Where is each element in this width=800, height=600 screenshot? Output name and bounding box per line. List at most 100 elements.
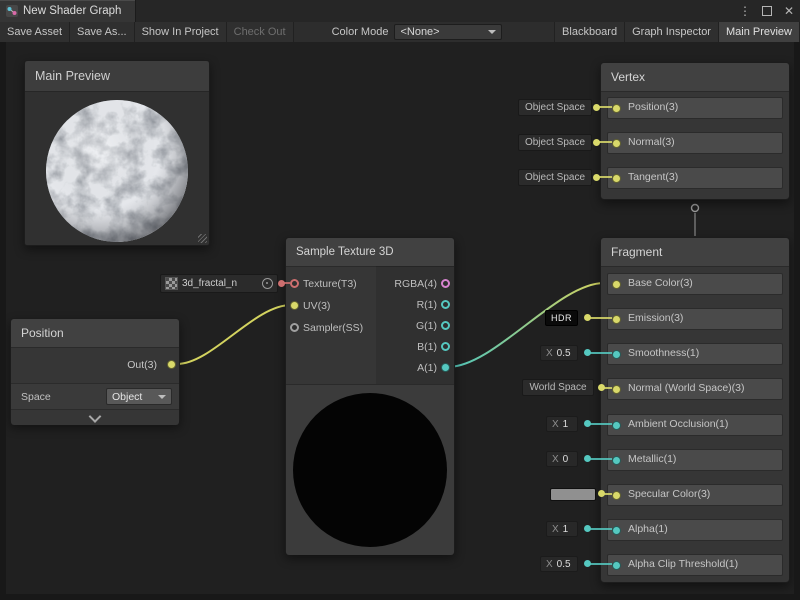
default-connection-dot <box>593 139 600 146</box>
graph-inspector-toggle-button[interactable]: Graph Inspector <box>625 22 719 42</box>
ambient-occlusion-row[interactable]: Ambient Occlusion(1) <box>607 414 783 436</box>
metallic-row[interactable]: Metallic(1) <box>607 449 783 471</box>
emission-row[interactable]: Emission(3) <box>607 308 783 330</box>
object-picker-icon[interactable] <box>262 278 273 289</box>
port-label: UV(3) <box>303 297 330 315</box>
a-output-port[interactable] <box>441 363 450 372</box>
base-color-row[interactable]: Base Color(3) <box>607 273 783 295</box>
texture-input-port[interactable] <box>290 279 299 288</box>
graph-frame-bottom <box>0 594 800 600</box>
node-collapse-footer[interactable] <box>11 409 179 425</box>
metallic-input-port[interactable] <box>612 456 621 465</box>
main-preview-toggle-button[interactable]: Main Preview <box>719 22 800 42</box>
g-output-port[interactable] <box>441 321 450 330</box>
toolbar-spacer <box>294 22 326 42</box>
show-in-project-button[interactable]: Show In Project <box>135 22 227 42</box>
vertex-node-title[interactable]: Vertex <box>601 63 789 92</box>
metallic-field[interactable]: X 0 <box>546 451 578 467</box>
r-output-port[interactable] <box>441 300 450 309</box>
port-label: Texture(T3) <box>303 275 357 293</box>
vertex-position-row[interactable]: Position(3) <box>607 97 783 119</box>
default-connection-dot <box>593 104 600 111</box>
position-space-pill[interactable]: Object Space <box>518 99 592 116</box>
alpha-input-port[interactable] <box>612 526 621 535</box>
default-stub <box>590 317 612 319</box>
space-dropdown-value: Object <box>112 391 142 403</box>
graph-canvas[interactable]: Main Preview <box>0 42 800 600</box>
color-mode-dropdown[interactable]: <None> <box>394 24 502 40</box>
space-dropdown[interactable]: Object <box>106 388 172 405</box>
alpha-clip-field[interactable]: X 0.5 <box>540 556 578 572</box>
emission-input-port[interactable] <box>612 315 621 324</box>
alpha-row[interactable]: Alpha(1) <box>607 519 783 541</box>
blackboard-toggle-button[interactable]: Blackboard <box>554 22 625 42</box>
main-preview-title[interactable]: Main Preview <box>25 61 209 92</box>
specular-color-row[interactable]: Specular Color(3) <box>607 484 783 506</box>
rgba-output-port[interactable] <box>441 279 450 288</box>
normal-ws-row[interactable]: Normal (World Space)(3) <box>607 378 783 400</box>
vertex-tangent-row[interactable]: Tangent(3) <box>607 167 783 189</box>
position-space-row: Space Object <box>11 383 179 410</box>
smoothness-input-port[interactable] <box>612 350 621 359</box>
resize-grip-icon[interactable] <box>198 234 207 243</box>
specular-color-input-port[interactable] <box>612 491 621 500</box>
close-icon[interactable]: ✕ <box>782 3 796 19</box>
edge-position-to-uv[interactable] <box>177 305 291 364</box>
connector-handle-icon[interactable] <box>692 205 699 212</box>
smoothness-field[interactable]: X 0.5 <box>540 345 578 361</box>
fragment-node[interactable]: Fragment Base Color(3) Emission(3) Smoot… <box>600 237 790 583</box>
port-label: B(1) <box>417 338 437 356</box>
vertex-normal-row[interactable]: Normal(3) <box>607 132 783 154</box>
b-output-port[interactable] <box>441 342 450 351</box>
color-mode-label: Color Mode <box>326 22 395 42</box>
position-node[interactable]: Position Out(3) Space Object <box>10 318 180 424</box>
chevron-down-icon <box>158 395 166 399</box>
port-label: A(1) <box>417 359 437 377</box>
specular-color-swatch[interactable] <box>550 488 596 501</box>
normal-ws-input-port[interactable] <box>612 385 621 394</box>
normal-space-pill[interactable]: Object Space <box>518 134 592 151</box>
main-preview-panel[interactable]: Main Preview <box>24 60 210 246</box>
fragment-node-title[interactable]: Fragment <box>601 238 789 267</box>
smoothness-row[interactable]: Smoothness(1) <box>607 343 783 365</box>
ambient-occlusion-field[interactable]: X 1 <box>546 416 578 432</box>
default-stub <box>590 563 612 565</box>
default-connection-dot <box>598 384 605 391</box>
uv-input-port[interactable] <box>290 301 299 310</box>
maximize-icon[interactable] <box>760 3 774 19</box>
shader-graph-icon <box>6 5 18 17</box>
alpha-clip-input-port[interactable] <box>612 561 621 570</box>
texture-name: 3d_fractal_n <box>182 278 237 289</box>
normal-ws-space-pill[interactable]: World Space <box>522 379 594 396</box>
edge-alpha-to-basecolor[interactable] <box>448 283 604 367</box>
document-tab[interactable]: New Shader Graph <box>0 0 136 22</box>
window-menu-icon[interactable]: ⋮ <box>738 3 752 19</box>
port-label: Specular Color(3) <box>628 488 710 500</box>
titlebar: New Shader Graph ⋮ ✕ <box>0 0 800 23</box>
texture-object-field[interactable]: 3d_fractal_n <box>160 274 278 293</box>
port-label: Sampler(SS) <box>303 319 363 337</box>
alpha-value: 1 <box>563 524 569 535</box>
position-node-title[interactable]: Position <box>11 319 179 348</box>
save-asset-button[interactable]: Save Asset <box>0 22 70 42</box>
vertex-node[interactable]: Vertex Position(3) Normal(3) Tangent(3) <box>600 62 790 200</box>
graph-frame-right <box>794 42 800 600</box>
emission-hdr-field[interactable]: HDR <box>545 310 578 326</box>
check-out-button[interactable]: Check Out <box>227 22 294 42</box>
ambient-occlusion-input-port[interactable] <box>612 421 621 430</box>
out-output-port[interactable] <box>167 360 176 369</box>
save-as-button[interactable]: Save As... <box>70 22 135 42</box>
alpha-field[interactable]: X 1 <box>546 521 578 537</box>
sample-texture-3d-node[interactable]: Sample Texture 3D Texture(T3) UV(3) Samp… <box>285 237 455 555</box>
sampler-input-port[interactable] <box>290 323 299 332</box>
position-input-port[interactable] <box>612 104 621 113</box>
preview-sphere <box>43 97 191 245</box>
default-connection-dot <box>584 349 591 356</box>
window-controls: ⋮ ✕ <box>738 0 796 22</box>
tangent-input-port[interactable] <box>612 174 621 183</box>
sample-node-title[interactable]: Sample Texture 3D <box>286 238 454 267</box>
alpha-clip-row[interactable]: Alpha Clip Threshold(1) <box>607 554 783 576</box>
base-color-input-port[interactable] <box>612 280 621 289</box>
normal-input-port[interactable] <box>612 139 621 148</box>
tangent-space-pill[interactable]: Object Space <box>518 169 592 186</box>
